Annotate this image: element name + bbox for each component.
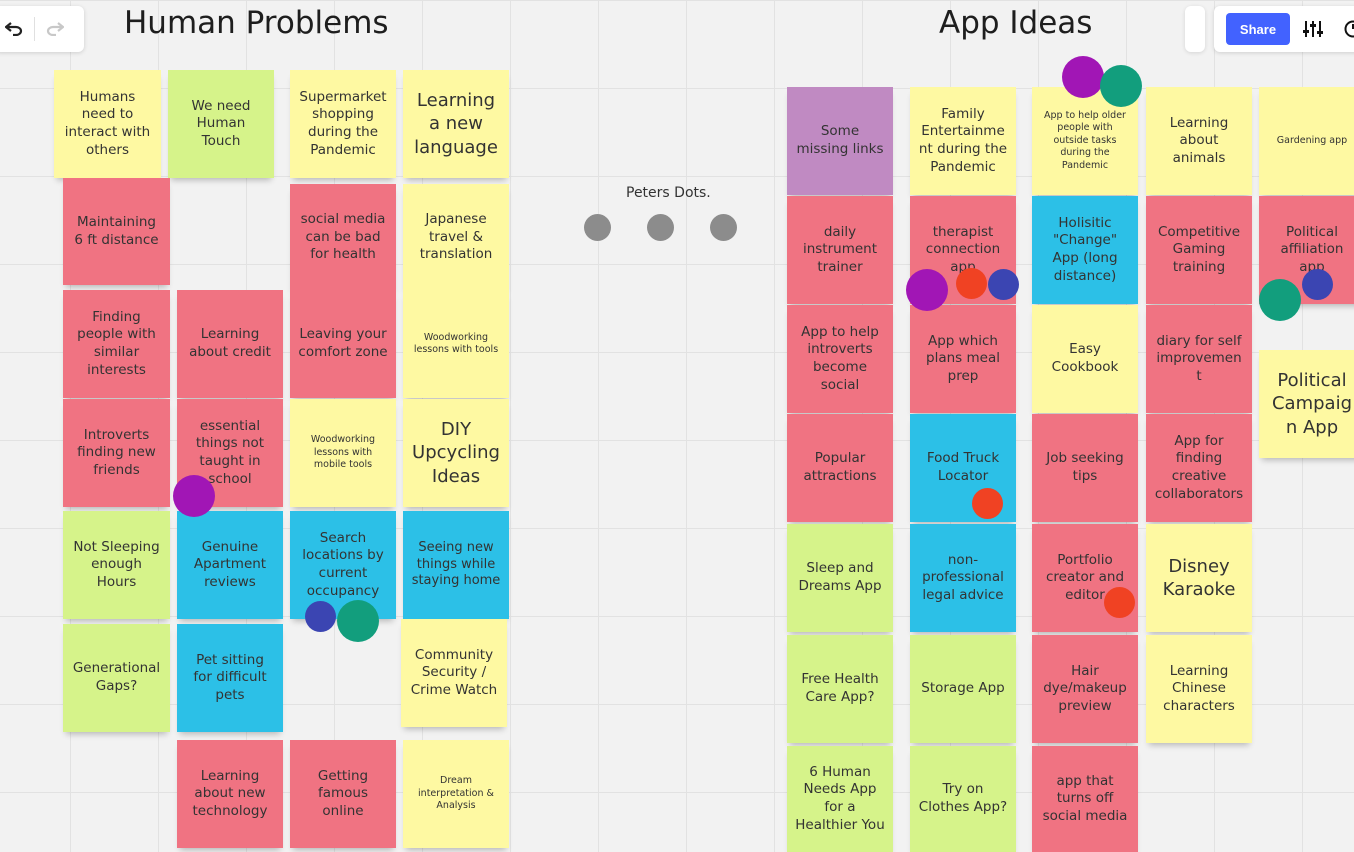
sticky-note[interactable]: social media can be bad for health	[290, 184, 396, 291]
sticky-note[interactable]: Learning a new language	[403, 70, 509, 178]
undo-redo-toolbar	[0, 6, 84, 52]
sticky-note[interactable]: Easy Cookbook	[1032, 305, 1138, 413]
vote-dot[interactable]	[584, 214, 611, 241]
sticky-note[interactable]: Competitive Gaming training	[1146, 196, 1252, 304]
vote-dot[interactable]	[988, 269, 1019, 300]
sticky-note[interactable]: Popular attractions	[787, 414, 893, 522]
sticky-note[interactable]: DIY Upcycling Ideas	[403, 399, 509, 507]
collaborators-toolbar[interactable]	[1185, 6, 1205, 52]
sticky-note[interactable]: Learning Chinese characters	[1146, 635, 1252, 743]
vote-dot[interactable]	[956, 268, 987, 299]
sticky-note[interactable]: Supermarket shopping during the Pandemic	[290, 70, 396, 178]
vote-dot[interactable]	[1259, 279, 1301, 321]
sticky-note[interactable]: App to help introverts become social	[787, 305, 893, 413]
app-ideas-heading: App Ideas	[939, 5, 1093, 41]
timer-icon[interactable]	[1336, 12, 1354, 46]
sticky-note[interactable]: Genuine Apartment reviews	[177, 511, 283, 619]
undo-icon[interactable]	[0, 9, 34, 49]
vote-dot[interactable]	[710, 214, 737, 241]
sticky-note[interactable]: Japanese travel & translation	[403, 184, 509, 291]
sticky-note[interactable]: Generational Gaps?	[63, 624, 170, 732]
sticky-note[interactable]: Hair dye/makeup preview	[1032, 635, 1138, 743]
sticky-note[interactable]: Getting famous online	[290, 740, 396, 848]
vote-dot[interactable]	[173, 475, 215, 517]
sticky-note[interactable]: Woodworking lessons with tools	[403, 290, 509, 398]
sticky-note[interactable]: Leaving your comfort zone	[290, 290, 396, 398]
vote-dot[interactable]	[906, 269, 948, 311]
sticky-note[interactable]: diary for self improvement	[1146, 305, 1252, 413]
sticky-note[interactable]: Political Campaign App	[1259, 350, 1354, 458]
sticky-note[interactable]: Dream interpretation & Analysis	[403, 740, 509, 848]
sticky-note[interactable]: We need Human Touch	[168, 70, 274, 178]
top-right-toolbar: Share	[1214, 6, 1354, 52]
sticky-note[interactable]: Family Entertainment during the Pandemic	[910, 87, 1016, 195]
whiteboard-canvas[interactable]: Share Human Problems App Ideas Peters Do…	[0, 0, 1354, 852]
vote-dot[interactable]	[337, 600, 379, 642]
human-problems-heading: Human Problems	[124, 5, 389, 41]
vote-dot[interactable]	[1302, 269, 1333, 300]
sticky-note[interactable]: App for finding creative collaborators	[1146, 414, 1252, 522]
sticky-note[interactable]: Finding people with similar interests	[63, 290, 170, 398]
share-button[interactable]: Share	[1226, 13, 1290, 45]
sticky-note[interactable]: Introverts finding new friends	[63, 399, 170, 507]
vote-dot[interactable]	[972, 488, 1003, 519]
sticky-note[interactable]: non-professional legal advice	[910, 524, 1016, 632]
sticky-note[interactable]: Search locations by current occupancy	[290, 511, 396, 619]
sticky-note[interactable]: Humans need to interact with others	[54, 70, 161, 178]
sticky-note[interactable]: Sleep and Dreams App	[787, 524, 893, 632]
vote-dot[interactable]	[1062, 56, 1104, 98]
sticky-note[interactable]: Try on Clothes App?	[910, 746, 1016, 852]
sticky-note[interactable]: Storage App	[910, 635, 1016, 743]
sticky-note[interactable]: Maintaining 6 ft distance	[63, 178, 170, 285]
sticky-note[interactable]: daily instrument trainer	[787, 196, 893, 304]
peters-dots-label: Peters Dots.	[626, 185, 711, 201]
sticky-note[interactable]: Job seeking tips	[1032, 414, 1138, 522]
sticky-note[interactable]: Learning about new technology	[177, 740, 283, 848]
vote-dot[interactable]	[1100, 65, 1142, 107]
sticky-note[interactable]: app that turns off social media	[1032, 746, 1138, 852]
sticky-note[interactable]: Learning about animals	[1146, 87, 1252, 195]
sticky-note[interactable]: Disney Karaoke	[1146, 524, 1252, 632]
vote-dot[interactable]	[1104, 587, 1135, 618]
sticky-note[interactable]: App which plans meal prep	[910, 305, 1016, 413]
sticky-note[interactable]: Free Health Care App?	[787, 635, 893, 743]
redo-icon[interactable]	[35, 9, 75, 49]
sticky-note[interactable]: Gardening app	[1259, 87, 1354, 195]
sticky-note[interactable]: Pet sitting for difficult pets	[177, 624, 283, 732]
sticky-note[interactable]: 6 Human Needs App for a Healthier You	[787, 746, 893, 852]
sticky-note[interactable]: Holisitic "Change" App (long distance)	[1032, 196, 1138, 304]
vote-dot[interactable]	[647, 214, 674, 241]
sliders-icon[interactable]	[1296, 12, 1330, 46]
sticky-note[interactable]: Seeing new things while staying home	[403, 511, 509, 619]
sticky-note[interactable]: Not Sleeping enough Hours	[63, 511, 170, 619]
sticky-note[interactable]: Some missing links	[787, 87, 893, 195]
sticky-note[interactable]: Learning about credit	[177, 290, 283, 398]
sticky-note[interactable]: Woodworking lessons with mobile tools	[290, 399, 396, 507]
vote-dot[interactable]	[305, 601, 336, 632]
sticky-note[interactable]: Community Security / Crime Watch	[401, 619, 507, 727]
